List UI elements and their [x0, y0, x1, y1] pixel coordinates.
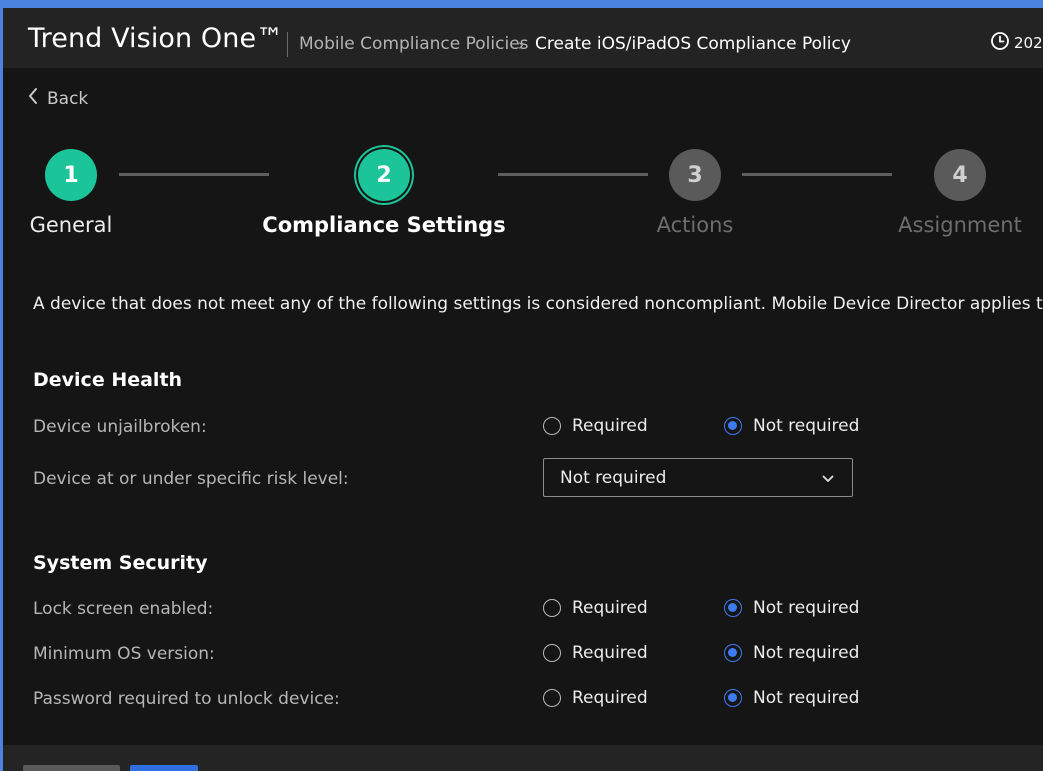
device-unjailbroken-label: Device unjailbroken: — [33, 417, 207, 437]
step-connector — [742, 173, 892, 176]
breadcrumb-separator: › — [518, 36, 524, 54]
section-device-health: Device Health — [33, 369, 183, 391]
radio-label: Required — [572, 643, 648, 663]
radio-button[interactable] — [724, 644, 742, 662]
radio-label: Required — [572, 598, 648, 618]
radio-button[interactable] — [543, 689, 561, 707]
radio-button[interactable] — [543, 644, 561, 662]
app-window: Trend Vision One™ Mobile Compliance Poli… — [3, 8, 1043, 771]
password-required-label: Password required to unlock device: — [33, 689, 340, 709]
chevron-left-icon — [27, 87, 39, 110]
step-2-circle[interactable]: 2 — [358, 149, 410, 201]
minimum-os-label: Minimum OS version: — [33, 644, 215, 664]
radio-label: Required — [572, 416, 648, 436]
step-4-label: Assignment — [898, 213, 1022, 237]
radio-button[interactable] — [724, 689, 742, 707]
step-1-label[interactable]: General — [30, 213, 113, 237]
clock-text: 2025 — [1014, 34, 1043, 52]
lock-screen-label: Lock screen enabled: — [33, 599, 214, 619]
radio-label: Not required — [753, 688, 860, 708]
lock-screen-not-required-option[interactable]: Not required — [724, 598, 859, 618]
step-2-label: Compliance Settings — [262, 213, 506, 237]
radio-button[interactable] — [724, 417, 742, 435]
header-divider — [287, 32, 288, 57]
password-not-required-option[interactable]: Not required — [724, 688, 859, 708]
step-connector — [119, 173, 269, 176]
lock-screen-required-option[interactable]: Required — [543, 598, 648, 618]
step-3-label: Actions — [656, 213, 734, 237]
footer-bar — [3, 745, 1043, 771]
step-4-circle: 4 — [934, 149, 986, 201]
back-button[interactable]: Back — [27, 87, 88, 110]
breadcrumb-current: Create iOS/iPadOS Compliance Policy — [535, 34, 851, 54]
step-connector — [498, 173, 648, 176]
breadcrumb-parent[interactable]: Mobile Compliance Policies — [299, 34, 529, 54]
chevron-down-icon — [822, 468, 834, 488]
step-3-circle: 3 — [669, 149, 721, 201]
device-unjailbroken-required-option[interactable]: Required — [543, 416, 648, 436]
section-system-security: System Security — [33, 552, 208, 574]
minimum-os-not-required-option[interactable]: Not required — [724, 643, 859, 663]
radio-label: Not required — [753, 416, 860, 436]
radio-label: Required — [572, 688, 648, 708]
radio-button[interactable] — [543, 417, 561, 435]
brand-title: Trend Vision One™ — [28, 23, 284, 54]
clock-icon — [990, 31, 1010, 55]
clock-widget[interactable]: 2025 — [990, 31, 1043, 55]
next-button[interactable] — [130, 765, 198, 771]
risk-level-select[interactable]: Not required — [543, 458, 853, 497]
back-label: Back — [47, 88, 89, 109]
password-required-option[interactable]: Required — [543, 688, 648, 708]
step-1-circle[interactable]: 1 — [45, 149, 97, 201]
device-unjailbroken-not-required-option[interactable]: Not required — [724, 416, 859, 436]
top-header: Trend Vision One™ Mobile Compliance Poli… — [3, 8, 1043, 68]
radio-button[interactable] — [543, 599, 561, 617]
radio-label: Not required — [753, 598, 860, 618]
radio-label: Not required — [753, 643, 860, 663]
minimum-os-required-option[interactable]: Required — [543, 643, 648, 663]
risk-level-selected-value: Not required — [560, 467, 667, 488]
risk-level-label: Device at or under specific risk level: — [33, 469, 349, 489]
previous-button[interactable] — [23, 765, 120, 771]
radio-button[interactable] — [724, 599, 742, 617]
settings-description: A device that does not meet any of the f… — [33, 294, 1043, 314]
